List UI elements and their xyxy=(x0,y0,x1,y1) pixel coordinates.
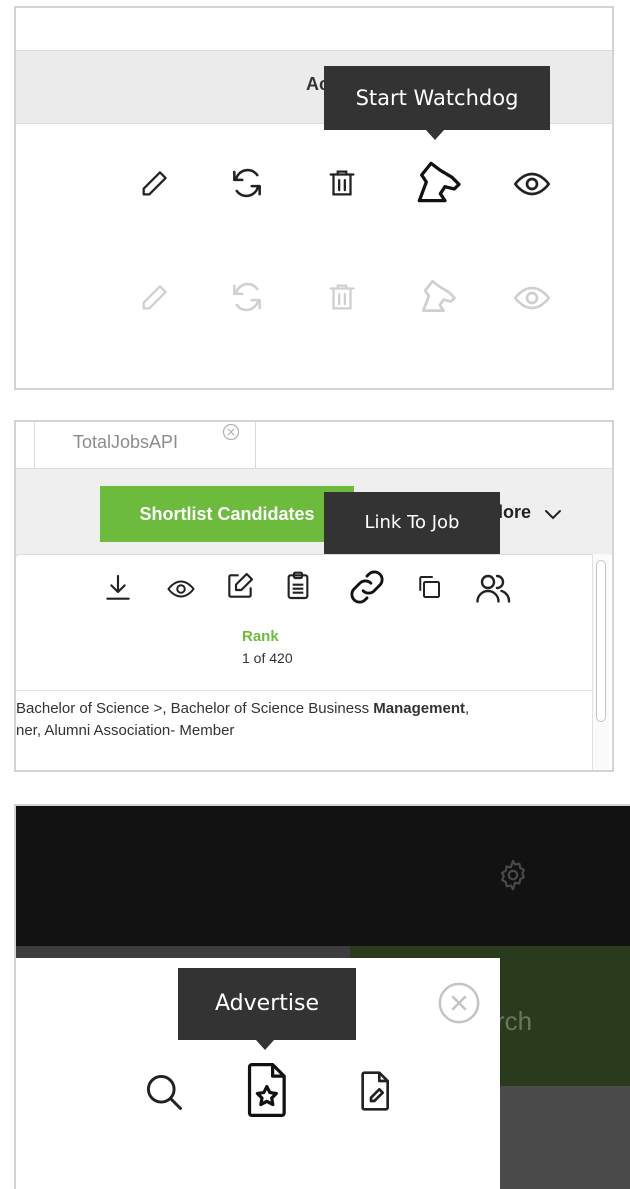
advertise-icon[interactable] xyxy=(240,1060,296,1120)
eye-icon[interactable] xyxy=(166,574,196,604)
snippet-line1-end: , xyxy=(464,700,470,717)
tooltip-tail xyxy=(426,130,444,140)
snippet-line1-plain: Bachelor of Science >, Bachelor of Scien… xyxy=(16,700,374,717)
snippet-line2: ner, Alumni Association- Member xyxy=(16,722,235,739)
menu-panel: rch Advertise xyxy=(14,804,630,1189)
download-icon[interactable] xyxy=(102,572,134,604)
edit-icon[interactable] xyxy=(224,570,256,602)
pencil-icon[interactable] xyxy=(138,166,172,200)
card-divider xyxy=(16,690,592,691)
link-icon[interactable] xyxy=(344,564,390,610)
tooltip-tail xyxy=(256,1040,274,1050)
actions-panel: Ac Start Watchdog xyxy=(14,6,614,390)
start-watchdog-tooltip: Start Watchdog xyxy=(324,66,550,140)
close-circle-icon[interactable] xyxy=(436,980,482,1026)
eye-icon xyxy=(513,286,551,310)
candidate-panel: TotalJobsAPI Shortlist Candidates lore L… xyxy=(14,420,614,772)
pencil-icon xyxy=(142,285,167,310)
snippet-highlight: Management xyxy=(373,700,465,717)
tab-label: TotalJobsAPI xyxy=(73,432,179,452)
shortlist-label: Shortlist Candidates xyxy=(139,504,315,524)
more-dropdown[interactable]: lore xyxy=(498,502,563,523)
tab-totaljobsapi[interactable]: TotalJobsAPI xyxy=(34,422,256,468)
tooltip-text: Advertise xyxy=(215,991,319,1016)
eye-icon[interactable] xyxy=(512,164,552,204)
edit-document-icon[interactable] xyxy=(356,1068,396,1114)
search-button-label: rch xyxy=(496,1006,533,1036)
refresh-icon[interactable] xyxy=(228,164,266,202)
link-to-job-tooltip: Link To Job xyxy=(324,492,500,564)
rank-label: Rank xyxy=(242,628,279,645)
more-label: lore xyxy=(498,502,532,522)
chevron-down-icon xyxy=(545,509,562,520)
advertise-tooltip: Advertise xyxy=(178,968,356,1050)
dog-icon xyxy=(421,279,456,313)
gear-icon[interactable] xyxy=(496,858,530,892)
copy-icon[interactable] xyxy=(414,572,444,602)
search-icon[interactable] xyxy=(142,1070,186,1114)
scrollbar[interactable] xyxy=(592,554,609,770)
rank-value: 1 of 420 xyxy=(242,650,293,666)
grey-block xyxy=(500,1086,630,1189)
scrollbar-thumb[interactable] xyxy=(596,560,606,722)
trash-icon[interactable] xyxy=(325,166,359,200)
top-bar xyxy=(16,806,630,946)
tooltip-text: Link To Job xyxy=(364,512,460,533)
dog-icon[interactable] xyxy=(410,154,466,210)
shortlist-candidates-button[interactable]: Shortlist Candidates xyxy=(100,486,354,542)
users-icon[interactable] xyxy=(474,570,514,606)
clipboard-icon[interactable] xyxy=(282,570,314,602)
trash-icon xyxy=(329,284,355,310)
education-snippet: Bachelor of Science >, Bachelor of Scien… xyxy=(16,698,592,742)
refresh-icon xyxy=(233,282,261,312)
tooltip-text: Start Watchdog xyxy=(355,86,519,110)
grey-strip xyxy=(16,946,350,958)
close-tab-icon[interactable] xyxy=(221,422,241,442)
